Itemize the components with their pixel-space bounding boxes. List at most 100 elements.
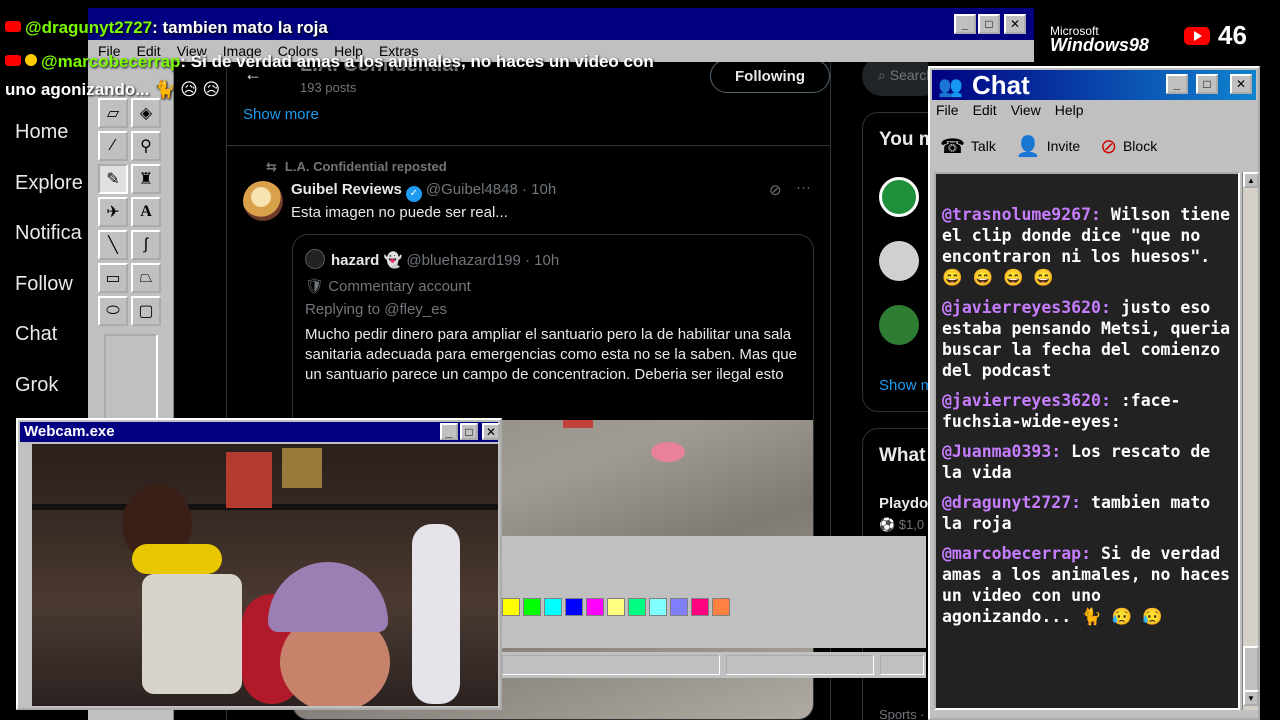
grok-icon[interactable]: ⊘ bbox=[769, 181, 782, 199]
verified-badge-icon: ✓ bbox=[405, 186, 422, 202]
chat-message: @javierreyes3620: :face-fuchsia-wide-eye… bbox=[942, 390, 1232, 432]
webcam-maximize-button[interactable]: □ bbox=[460, 423, 478, 440]
palette-color-swatch[interactable] bbox=[502, 598, 520, 616]
chat-menu-help[interactable]: Help bbox=[1055, 102, 1084, 118]
palette-color-swatch[interactable] bbox=[628, 598, 646, 616]
block-button[interactable]: ⊘ Block bbox=[1100, 134, 1157, 159]
palette-color-swatch[interactable] bbox=[607, 598, 625, 616]
chat-username: @javierreyes3620: bbox=[942, 298, 1111, 317]
palette-color-swatch[interactable] bbox=[523, 598, 541, 616]
search-box[interactable]: ⌕ Search bbox=[862, 56, 928, 96]
avatar[interactable] bbox=[243, 181, 283, 221]
more-options-icon[interactable]: ··· bbox=[796, 179, 811, 196]
paint-close-button[interactable]: ✕ bbox=[1004, 14, 1026, 34]
following-button[interactable]: Following bbox=[710, 59, 830, 93]
phone-icon: ☎ bbox=[940, 135, 965, 158]
palette-color-swatch[interactable] bbox=[544, 598, 562, 616]
mask-icon: 🛡 bbox=[305, 278, 329, 295]
nav-notifications[interactable]: Notifica bbox=[15, 222, 82, 245]
talk-button[interactable]: ☎ Talk bbox=[940, 134, 996, 159]
overlay-username: @marcobecerrap bbox=[41, 52, 181, 71]
nav-grok[interactable]: Grok bbox=[15, 374, 58, 397]
palette-color-swatch[interactable] bbox=[691, 598, 709, 616]
tool-options-box[interactable] bbox=[104, 334, 158, 420]
tweet-text: Esta imagen no puede ser real... bbox=[291, 204, 508, 221]
scroll-down-icon[interactable]: ▼ bbox=[1243, 690, 1259, 706]
webcam-minimize-button[interactable]: _ bbox=[440, 423, 458, 440]
image-pink-object bbox=[651, 442, 685, 462]
brush-tool-icon[interactable]: ♜ bbox=[131, 164, 161, 194]
palette-color-swatch[interactable] bbox=[670, 598, 688, 616]
paint-maximize-button[interactable]: □ bbox=[978, 14, 1000, 34]
nav-explore[interactable]: Explore bbox=[15, 172, 83, 195]
webcam-feed bbox=[32, 444, 498, 706]
replying-to: Replying to @fley_es bbox=[305, 301, 447, 318]
tweet-author-line: Guibel Reviews ✓ @Guibel4848 · 10h bbox=[291, 181, 556, 202]
invite-icon: 👤 bbox=[1015, 135, 1041, 158]
paint-statusbar bbox=[500, 652, 926, 678]
palette-color-swatch[interactable] bbox=[649, 598, 667, 616]
ellipse-tool-icon[interactable]: ⬭ bbox=[98, 296, 128, 326]
chat-window: 👥 Chat _ □ ✕ File Edit View Help ☎ Talk 👤… bbox=[928, 66, 1260, 720]
polygon-tool-icon[interactable]: ⏢ bbox=[131, 263, 161, 293]
chat-username: @Juanma0393: bbox=[942, 442, 1062, 461]
viewer-count: 46 bbox=[1184, 20, 1247, 51]
chat-message: @Juanma0393: Los rescato de la vida bbox=[942, 441, 1232, 483]
curve-tool-icon[interactable]: ∫ bbox=[131, 230, 161, 260]
webcam-titlebar[interactable]: Webcam.exe _ □ ✕ bbox=[20, 422, 500, 442]
cam-poster bbox=[282, 448, 322, 488]
suggestion-avatar-2[interactable] bbox=[879, 241, 919, 281]
chat-log[interactable]: @trasnolume9267: Wilson tiene el clip do… bbox=[934, 172, 1240, 710]
palette-color-swatch[interactable] bbox=[712, 598, 730, 616]
nav-chat[interactable]: Chat bbox=[15, 323, 57, 346]
palette-color-swatch[interactable] bbox=[586, 598, 604, 616]
show-more-link[interactable]: Show more bbox=[243, 106, 319, 123]
scroll-thumb[interactable] bbox=[1243, 646, 1259, 692]
palette-color-swatch[interactable] bbox=[565, 598, 583, 616]
webcam-close-button[interactable]: ✕ bbox=[482, 423, 500, 440]
show-more-suggestions[interactable]: Show m bbox=[879, 377, 928, 394]
repost-label: ⇆ L.A. Confidential reposted bbox=[266, 159, 447, 174]
chat-maximize-button[interactable]: □ bbox=[1196, 74, 1218, 94]
webcam-window: Webcam.exe _ □ ✕ bbox=[16, 418, 502, 710]
tweet-author[interactable]: Guibel Reviews bbox=[291, 181, 402, 198]
windows98-label: Windows98 bbox=[1050, 35, 1149, 55]
airbrush-tool-icon[interactable]: ✈ bbox=[98, 197, 128, 227]
invite-button[interactable]: 👤 Invite bbox=[1016, 134, 1080, 159]
search-icon: ⌕ bbox=[878, 67, 890, 83]
quote-author-line: hazard 👻 @bluehazard199 · 10h bbox=[305, 249, 559, 269]
paint-minimize-button[interactable]: _ bbox=[954, 14, 976, 34]
eraser-tool-icon[interactable]: ▱ bbox=[98, 98, 128, 128]
text-tool-icon[interactable]: A bbox=[131, 197, 161, 227]
eyedropper-tool-icon[interactable]: ⁄ bbox=[98, 131, 128, 161]
trend-name[interactable]: Playdo bbox=[879, 495, 928, 512]
paint-palette-area bbox=[500, 536, 926, 648]
quote-handle: @bluehazard199 · 10h bbox=[406, 252, 560, 269]
overlay-chat-line: @dragunyt2727: tambien mato la roja bbox=[5, 18, 328, 38]
quote-body: Mucho pedir dinero para ampliar el santu… bbox=[305, 326, 797, 383]
nav-home[interactable]: Home bbox=[15, 121, 68, 144]
chat-username: @javierreyes3620: bbox=[942, 391, 1111, 410]
chat-minimize-button[interactable]: _ bbox=[1166, 74, 1188, 94]
rectangle-tool-icon[interactable]: ▭ bbox=[98, 263, 128, 293]
cam-poster bbox=[226, 452, 272, 508]
chat-menu-view[interactable]: View bbox=[1011, 102, 1041, 118]
fill-tool-icon[interactable]: ◈ bbox=[131, 98, 161, 128]
magnifier-tool-icon[interactable]: ⚲ bbox=[131, 131, 161, 161]
pencil-tool-icon[interactable]: ✎ bbox=[98, 164, 128, 194]
nav-follow[interactable]: Follow bbox=[15, 273, 73, 296]
chat-titlebar[interactable]: 👥 Chat _ □ ✕ bbox=[932, 70, 1256, 100]
whats-happening-title: What bbox=[879, 445, 926, 466]
chat-menu-file[interactable]: File bbox=[936, 102, 959, 118]
chat-scrollbar[interactable]: ▲ ▼ bbox=[1242, 172, 1259, 710]
suggestion-avatar-3[interactable] bbox=[879, 305, 919, 345]
chat-menu-edit[interactable]: Edit bbox=[973, 102, 997, 118]
who-to-follow-title: You m bbox=[879, 129, 928, 150]
webcam-title: Webcam.exe bbox=[24, 423, 115, 440]
suggestion-avatar-1[interactable] bbox=[879, 177, 919, 217]
scroll-up-icon[interactable]: ▲ bbox=[1243, 172, 1259, 188]
chat-close-button[interactable]: ✕ bbox=[1230, 74, 1252, 94]
line-tool-icon[interactable]: ╲ bbox=[98, 230, 128, 260]
youtube-icon bbox=[5, 21, 21, 32]
rounded-rect-tool-icon[interactable]: ▢ bbox=[131, 296, 161, 326]
